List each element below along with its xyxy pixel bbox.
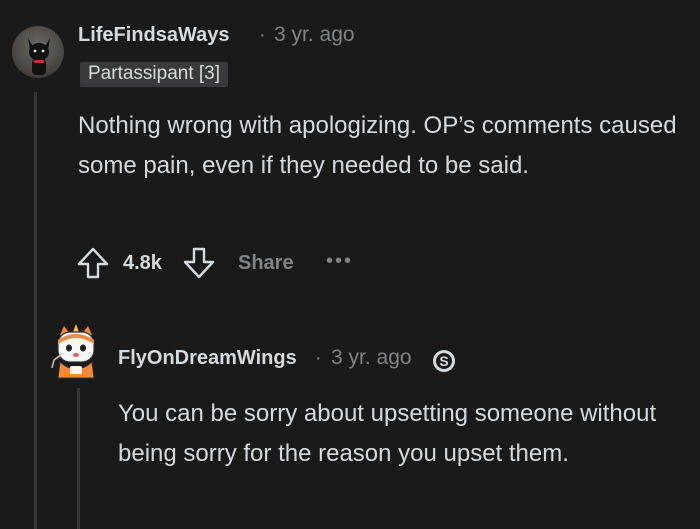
comment-body: Nothing wrong with apologizing. OP’s com… xyxy=(78,112,677,179)
arrow-up-outline-icon xyxy=(77,247,109,279)
comment-body: You can be sorry about upsetting someone… xyxy=(118,400,657,467)
dog-avatar-icon xyxy=(28,38,50,75)
user-flair: Partassipant [3] xyxy=(80,62,229,87)
thread-line[interactable] xyxy=(77,388,80,529)
svg-text:S: S xyxy=(439,353,448,369)
snoo-avatar-icon xyxy=(51,324,95,379)
s-coin-icon: S xyxy=(433,350,455,372)
username[interactable]: LifeFindsaWays xyxy=(78,24,230,47)
downvote-button[interactable] xyxy=(182,246,216,285)
avatar[interactable] xyxy=(48,322,102,382)
timestamp[interactable]: 3 yr. ago xyxy=(331,346,412,370)
username[interactable]: FlyOnDreamWings xyxy=(118,347,297,370)
separator: · xyxy=(259,24,266,46)
share-button[interactable]: Share xyxy=(238,252,294,275)
vote-score: 4.8k xyxy=(123,252,162,274)
avatar[interactable] xyxy=(12,26,64,78)
more-options-button[interactable]: ••• xyxy=(326,250,353,273)
award-badge: S xyxy=(432,349,456,373)
thread-line[interactable] xyxy=(34,92,37,529)
upvote-button[interactable] xyxy=(76,246,110,285)
timestamp[interactable]: 3 yr. ago xyxy=(274,23,355,47)
arrow-down-outline-icon xyxy=(183,247,215,279)
separator: · xyxy=(315,347,322,369)
